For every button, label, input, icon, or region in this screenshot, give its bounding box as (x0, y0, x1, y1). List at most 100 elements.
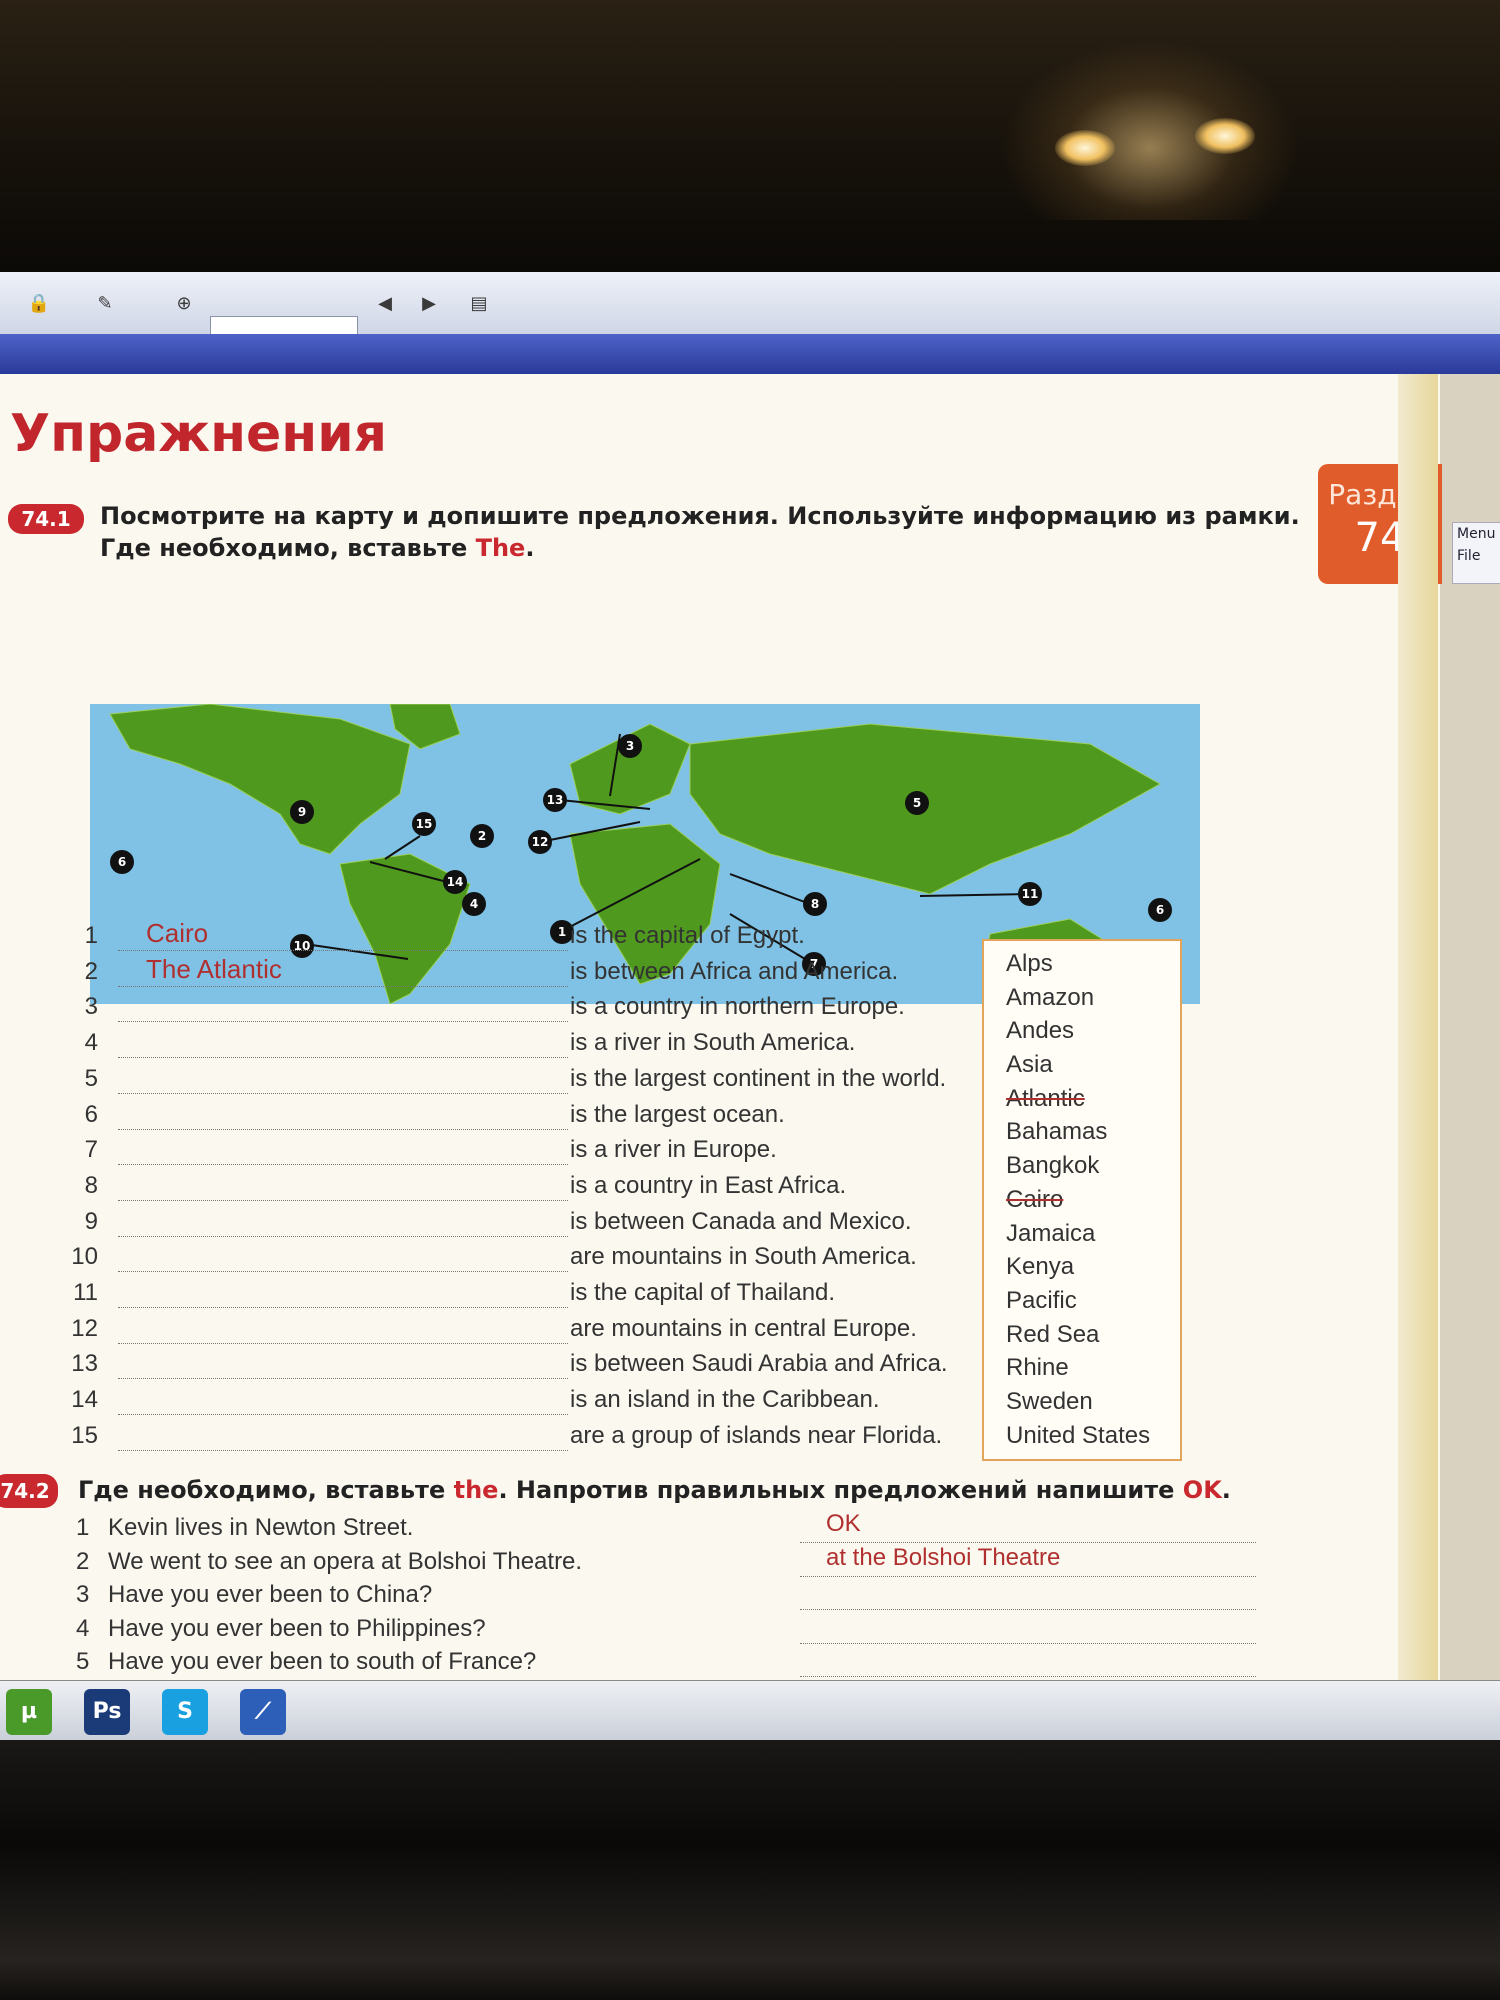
sentence-text: is between Saudi Arabia and Africa. (570, 1350, 948, 1378)
sentence-text: are mountains in central Europe. (570, 1314, 917, 1342)
document-icon[interactable]: ▤ (462, 290, 496, 318)
sentence-text: are a group of islands near Florida. (570, 1421, 943, 1449)
map-marker-3: 3 (618, 734, 642, 758)
title-band (0, 334, 1500, 374)
answer-blank[interactable] (800, 1617, 1256, 1644)
app-window: 🔒 ✎ ⊕ ◀ ▶ ▤ Упражнения Раздел 74 74.1 По… (0, 272, 1500, 1742)
word-box-item: Alps (1006, 950, 1053, 977)
lamp-bulb (1055, 130, 1115, 166)
row-number: 12 (71, 1314, 98, 1342)
photoshop-icon[interactable]: Ps (84, 1689, 130, 1735)
sentence-text: Have you ever been to China? (108, 1581, 433, 1608)
word-box-item: Rhine (1006, 1354, 1069, 1382)
row-number: 1 (76, 1514, 90, 1541)
map-marker-6: 6 (110, 850, 134, 874)
row-number: 4 (84, 1029, 98, 1057)
word-box-item: Atlantic (1006, 1084, 1085, 1112)
row-number: 7 (84, 1136, 98, 1164)
answer-blank[interactable] (118, 1138, 568, 1166)
skype-icon[interactable]: S (162, 1689, 208, 1735)
viewer-app-icon[interactable]: ⟋ (240, 1689, 286, 1735)
exercise-badge: 74.1 (8, 504, 84, 534)
utorrent-icon[interactable]: µ (6, 1689, 52, 1735)
map-marker-9: 9 (290, 800, 314, 824)
answer-blank[interactable] (800, 1516, 1256, 1543)
sentence-text: is a river in Europe. (570, 1136, 777, 1164)
lamp-bulb (1195, 118, 1255, 154)
instruction-keyword: OK (1182, 1476, 1222, 1504)
sentence-text: Have you ever been to Philippines? (108, 1614, 486, 1642)
word-box-item: Amazon (1006, 983, 1095, 1011)
answer-blank[interactable] (118, 1210, 568, 1237)
lamp-glow (1000, 40, 1300, 220)
answer-blank[interactable] (118, 1317, 568, 1344)
answer-blank[interactable] (118, 1245, 568, 1273)
row-number: 10 (71, 1243, 98, 1271)
handwritten-answer: The Atlantic (146, 953, 282, 984)
map-marker-11: 11 (1018, 882, 1042, 906)
row-number: 2 (84, 957, 98, 985)
menu-link[interactable]: Menu (1453, 523, 1500, 545)
answer-blank[interactable] (118, 1067, 568, 1094)
instruction-text: . (525, 534, 535, 562)
instruction-text: . Напротив правильных предложений напиши… (498, 1476, 1183, 1504)
sentence-text: is an island in the Caribbean. (570, 1386, 880, 1414)
file-link[interactable]: File (1453, 545, 1500, 567)
word-box-item: Bahamas (1006, 1118, 1108, 1146)
prev-arrow-icon[interactable]: ◀ (370, 290, 400, 318)
row-number: 4 (76, 1614, 90, 1642)
map-marker-14: 14 (443, 870, 467, 894)
north-america (109, 703, 411, 855)
word-box-item: Red Sea (1006, 1320, 1100, 1348)
taskbar: µ Ps S ⟋ (0, 1680, 1500, 1742)
answer-blank[interactable] (800, 1650, 1256, 1677)
word-box-item: Bangkok (1006, 1152, 1100, 1180)
row-number: 6 (84, 1100, 98, 1128)
row-number: 8 (84, 1171, 98, 1199)
monitor-bezel (0, 1740, 1500, 2000)
sentence-text: is between Africa and America. (570, 957, 899, 985)
leader-line-11 (919, 893, 1031, 897)
answer-blank[interactable] (118, 1031, 568, 1059)
answer-blank[interactable] (118, 1103, 568, 1130)
handwritten-answer: at the Bolshoi Theatre (826, 1543, 1061, 1571)
sentence-text: is the largest ocean. (570, 1100, 785, 1128)
row-number: 15 (71, 1421, 98, 1449)
row-number: 1 (84, 922, 98, 949)
pencil-icon[interactable]: ✎ (90, 290, 120, 318)
answer-blank[interactable] (118, 1352, 568, 1380)
answer-blank[interactable] (800, 1583, 1256, 1610)
sentence-text: is between Canada and Mexico. (570, 1207, 912, 1235)
word-list: Alps Amazon Andes Asia Atlantic Bahamas Bangko… (984, 941, 1180, 1452)
handwritten-answer: OK (826, 1510, 861, 1537)
answer-blank[interactable] (118, 1174, 568, 1201)
instruction-keyword: the (453, 1476, 499, 1504)
map-marker-13: 8 (803, 892, 827, 916)
sentence-text: is the capital of Thailand. (570, 1279, 836, 1306)
sentence-text: is the largest continent in the world. (570, 1064, 947, 1092)
side-menu[interactable]: Menu File (1452, 522, 1500, 584)
ex1-instruction-line2: Где необходимо, вставьте The. (100, 534, 534, 562)
answer-blank[interactable] (118, 1424, 568, 1451)
map-marker-5: 5 (905, 791, 929, 815)
row-number: 3 (76, 1581, 90, 1608)
lock-icon[interactable]: 🔒 (22, 290, 56, 318)
word-box-item: Pacific (1006, 1286, 1077, 1314)
sentence-text: Have you ever been to south of France? (108, 1648, 537, 1675)
word-box-item: Cairo (1006, 1185, 1064, 1213)
ex2-instruction: Где необходимо, вставьте the. Напротив п… (78, 1476, 1231, 1504)
sentence-text: is a country in northern Europe. (570, 993, 905, 1021)
instruction-text: Где необходимо, вставьте (100, 534, 476, 562)
sentence-text: are mountains in South America. (570, 1243, 917, 1271)
binoculars-icon[interactable]: ⊕ (166, 290, 202, 318)
word-box-item: Asia (1006, 1051, 1053, 1079)
next-arrow-icon[interactable]: ▶ (414, 290, 444, 318)
answer-blank[interactable] (118, 1281, 568, 1308)
word-box-item: Andes (1006, 1017, 1075, 1045)
row-number: 11 (73, 1279, 98, 1306)
instruction-text: . (1221, 1476, 1231, 1504)
answer-blank[interactable] (118, 995, 568, 1023)
handwritten-answer: Cairo (146, 918, 209, 948)
answer-blank[interactable] (118, 1388, 568, 1416)
map-marker-6: 6 (1148, 898, 1172, 922)
